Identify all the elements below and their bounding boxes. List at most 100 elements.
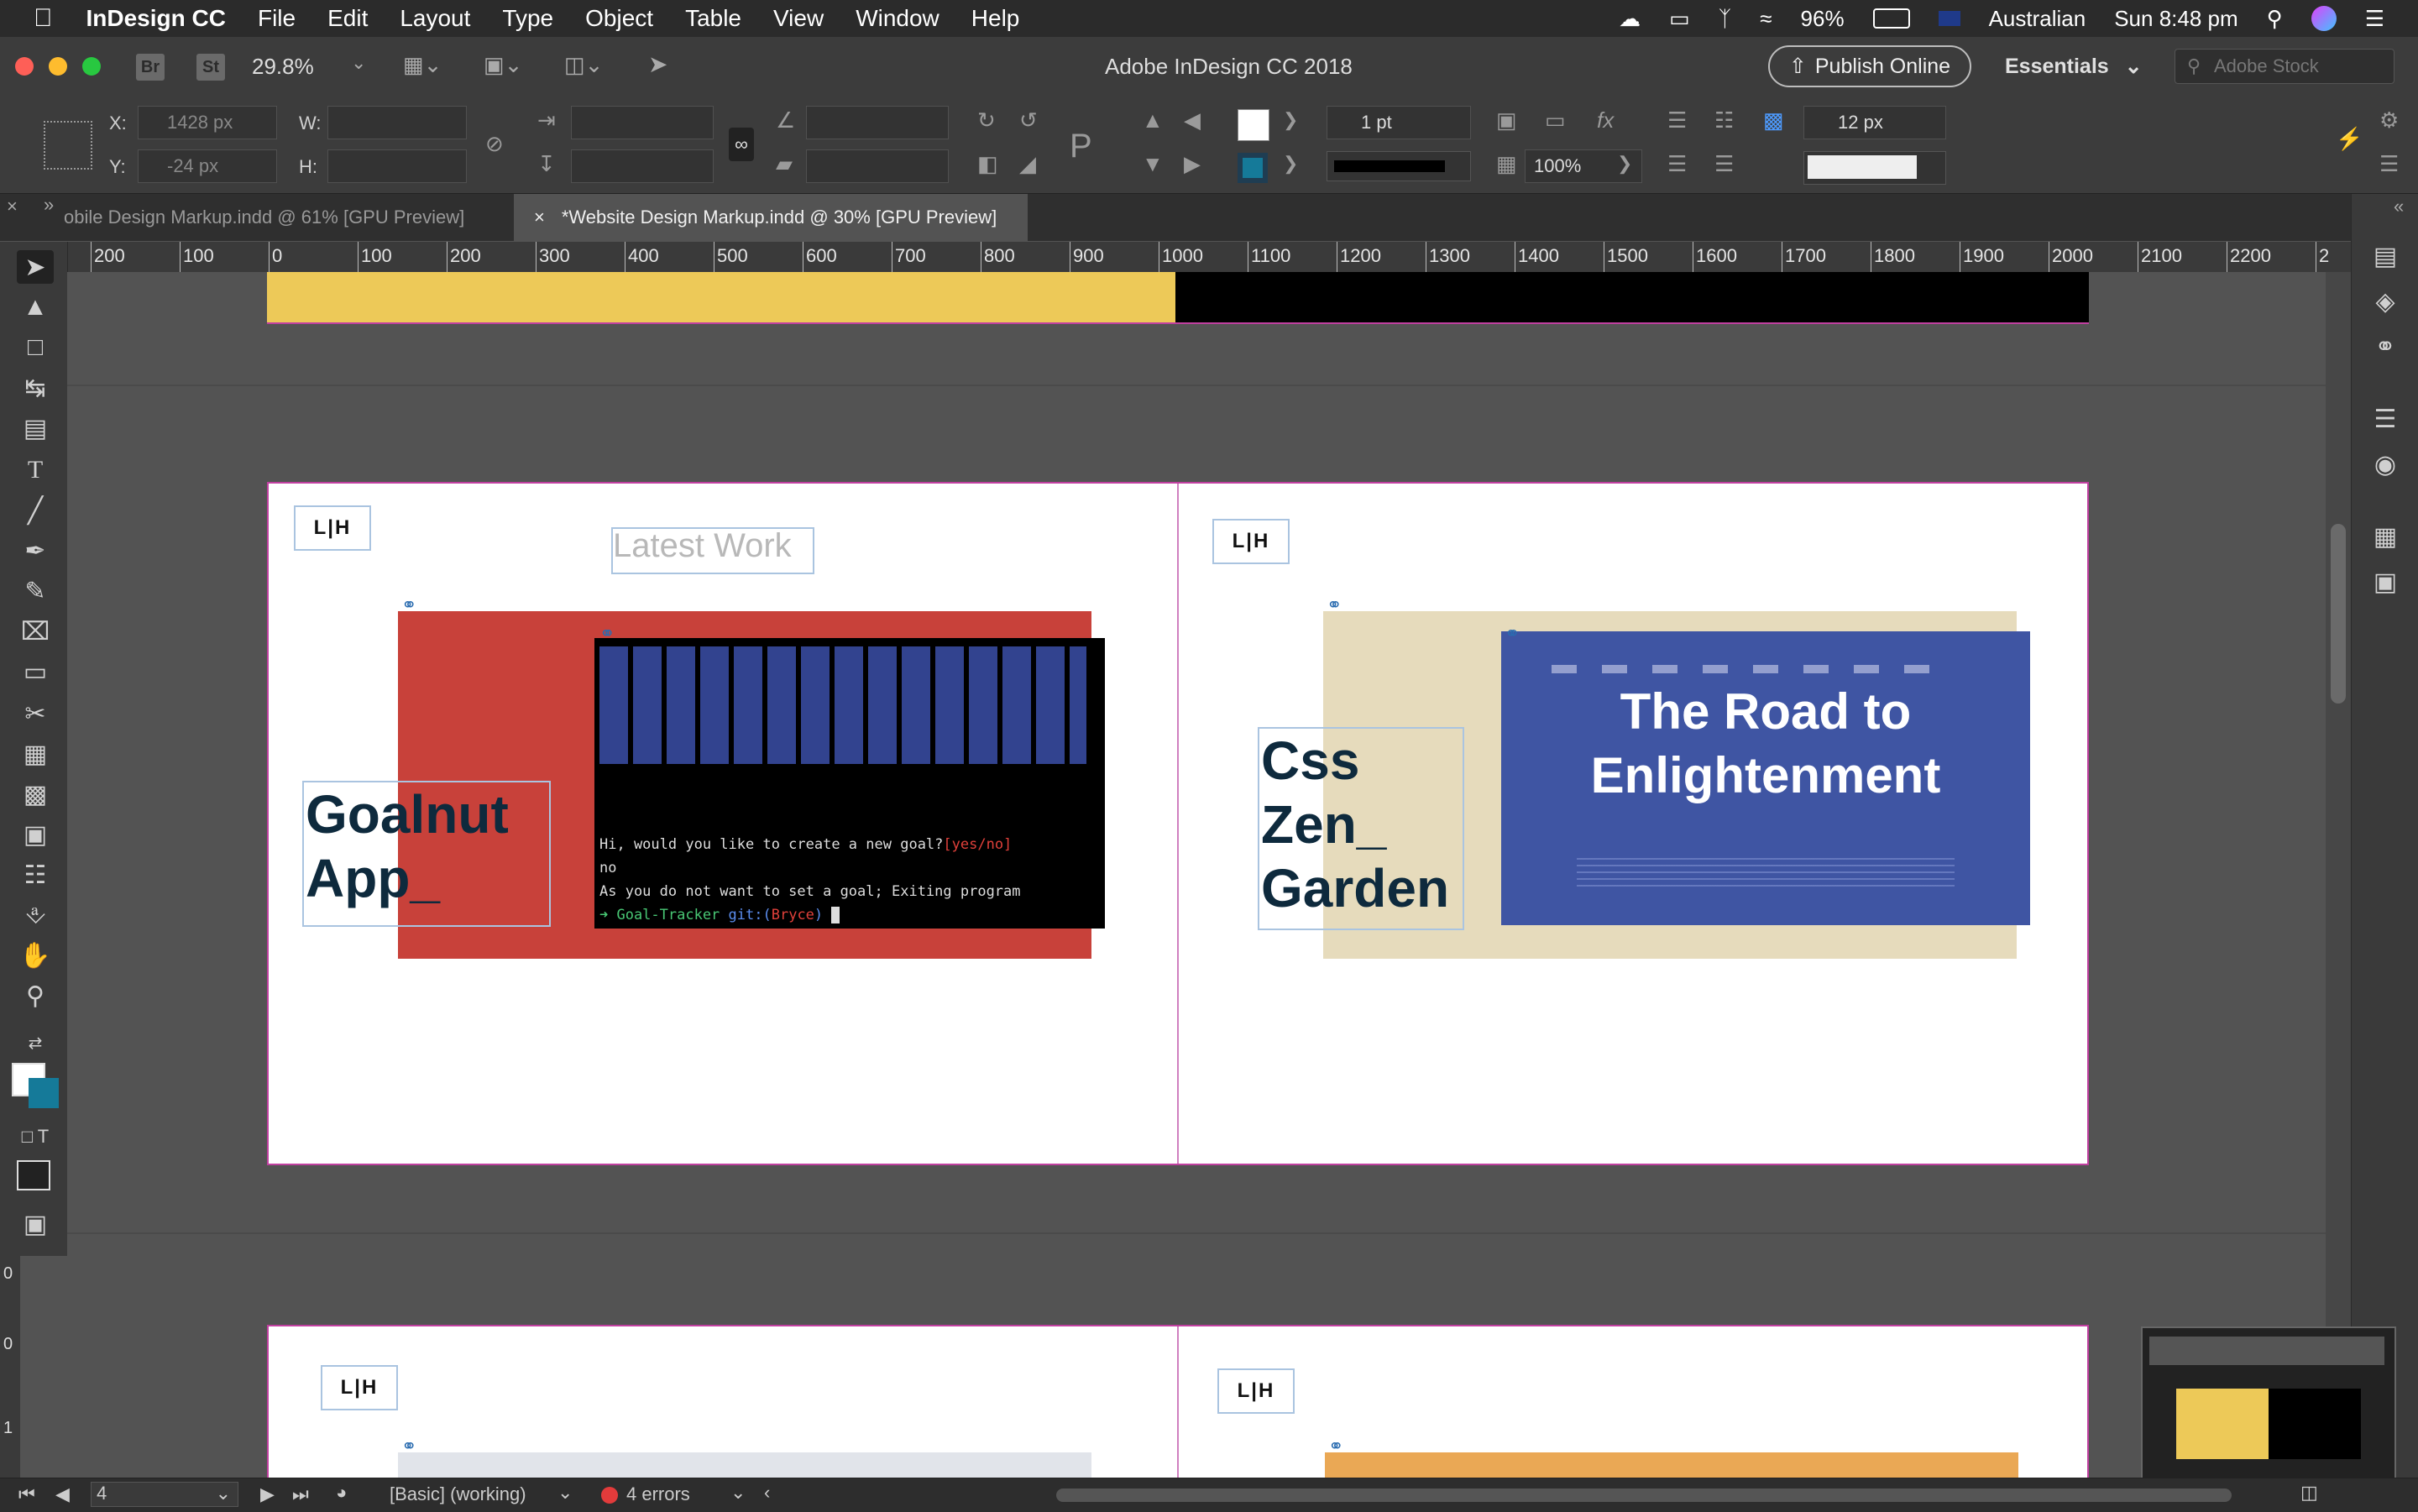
wifi-icon[interactable]: ≈ — [1760, 6, 1772, 32]
line-tool-icon[interactable]: ╱ — [17, 494, 54, 527]
clock[interactable]: Sun 8:48 pm — [2114, 6, 2237, 32]
close-panel-icon[interactable]: × — [7, 196, 18, 217]
siri-icon[interactable] — [2311, 6, 2337, 31]
constrain-scale-icon[interactable]: ∞ — [729, 128, 754, 161]
width-field[interactable] — [327, 106, 467, 139]
bridge-button[interactable]: Br — [136, 54, 165, 81]
gpu-performance-icon[interactable]: ➤ — [648, 50, 667, 78]
stock-button[interactable]: St — [196, 54, 225, 81]
collapse-panel-icon[interactable]: » — [44, 194, 54, 216]
last-page-icon[interactable]: ⏭ — [292, 1483, 309, 1505]
rotate-counterclockwise-icon[interactable]: ↺ — [1019, 107, 1038, 133]
stroke-color-box[interactable] — [29, 1078, 59, 1108]
menu-object[interactable]: Object — [585, 5, 653, 32]
stroke-swatch[interactable] — [1238, 153, 1268, 183]
zoom-level[interactable]: 29.8% — [252, 54, 314, 80]
gutter-field[interactable]: 12 px — [1803, 106, 1946, 139]
apple-icon[interactable]:  — [34, 4, 53, 33]
navigator-thumbnail[interactable] — [2141, 1326, 2396, 1494]
zen-screenshot[interactable]: The Road to Enlightenment — [1501, 631, 2030, 925]
opacity-menu-icon[interactable]: ❯ — [1617, 153, 1632, 175]
scale-y-field[interactable] — [571, 149, 714, 183]
expand-panels-icon[interactable]: « — [2394, 196, 2404, 217]
chevron-down-icon[interactable]: ⌄ — [730, 1482, 746, 1504]
arrange-documents-icon[interactable]: ◫⌄ — [564, 52, 603, 78]
gradient-feather-tool-icon[interactable]: ▣ — [17, 818, 54, 851]
properties-panel-icon[interactable]: ▣ — [2367, 565, 2404, 599]
fill-menu-icon[interactable]: ❯ — [1283, 109, 1298, 131]
horizontal-scrollbar[interactable] — [789, 1487, 2267, 1504]
free-transform-tool-icon[interactable]: ▦ — [17, 737, 54, 771]
zoom-dropdown-icon[interactable]: ⌄ — [351, 52, 366, 74]
reference-point-icon[interactable] — [44, 121, 92, 170]
path-type-icon[interactable]: P — [1070, 128, 1092, 165]
menu-type[interactable]: Type — [502, 5, 553, 32]
link-icon[interactable]: ⚭ — [401, 594, 416, 616]
spread-bottom[interactable]: L|H L|H ⚭ ⚭ — [267, 1325, 2089, 1478]
stroke-menu-icon[interactable]: ❯ — [1283, 153, 1298, 175]
gap-tool-icon[interactable]: ↹ — [17, 371, 54, 405]
align-right-icon[interactable]: ☰ — [1714, 151, 1734, 177]
fill-swatch[interactable] — [1238, 109, 1269, 141]
select-container-icon[interactable]: ▲ — [1142, 107, 1164, 133]
shear-field[interactable] — [806, 149, 949, 183]
x-position-field[interactable]: 1428 px — [138, 106, 277, 139]
orange-card[interactable] — [1325, 1452, 2018, 1478]
select-content-icon[interactable]: ▼ — [1142, 151, 1164, 177]
hand-tool-icon[interactable]: ✋ — [17, 939, 54, 972]
zoom-window-button[interactable] — [82, 57, 101, 76]
effects-fx-icon[interactable]: fx — [1597, 107, 1614, 133]
page-number-field[interactable]: 4 ⌄ — [91, 1482, 238, 1507]
stroke-weight-field[interactable]: 1 pt — [1327, 106, 1471, 139]
layers-panel-icon[interactable]: ◈ — [2367, 285, 2404, 318]
select-next-icon[interactable]: ▶ — [1184, 151, 1201, 177]
vertical-scrollbar[interactable] — [2326, 272, 2351, 1478]
align-left-icon[interactable]: ☰ — [1667, 107, 1687, 133]
input-source[interactable]: Australian — [1989, 6, 2086, 32]
publish-online-button[interactable]: ⇧ Publish Online — [1768, 45, 1971, 87]
pasteboard[interactable]: L|H L|H Latest Work ⚭ Hi, would you like… — [67, 272, 2326, 1478]
y-position-field[interactable]: -24 px — [138, 149, 277, 183]
pen-tool-icon[interactable]: ✒ — [17, 534, 54, 568]
split-view-icon[interactable]: ◫ — [2300, 1482, 2318, 1504]
logo-right[interactable]: L|H — [1212, 519, 1290, 564]
close-window-button[interactable] — [15, 57, 34, 76]
lightning-icon[interactable]: ⚡ — [2336, 126, 2363, 152]
preflight-icon[interactable]: ◕ — [336, 1482, 347, 1504]
workspace-switcher[interactable]: Essentials ⌄ — [2005, 54, 2143, 79]
pages-panel-icon[interactable]: ▤ — [2367, 239, 2404, 273]
zoom-tool-icon[interactable]: ⚲ — [17, 979, 54, 1012]
link-icon[interactable]: ⚭ — [1505, 623, 1520, 645]
tab-website-design[interactable]: × *Website Design Markup.indd @ 30% [GPU… — [514, 194, 1028, 241]
corner-shape-select[interactable] — [1803, 151, 1946, 185]
note-tool-icon[interactable]: ☷ — [17, 858, 54, 892]
chevron-down-icon[interactable]: ⌄ — [557, 1482, 573, 1504]
rotation-field[interactable] — [806, 106, 949, 139]
spread-latest-work[interactable]: L|H L|H Latest Work ⚭ Hi, would you like… — [267, 482, 2089, 1165]
direct-selection-tool-icon[interactable]: ▲ — [17, 290, 54, 324]
battery-percent[interactable]: 96% — [1801, 6, 1845, 32]
horizontal-scrollbar-thumb[interactable] — [1056, 1488, 2232, 1502]
zen-title[interactable]: Css Zen_ Garden — [1258, 727, 1464, 930]
flip-horizontal-icon[interactable]: ◧ — [977, 151, 998, 177]
scale-x-field[interactable] — [571, 106, 714, 139]
swap-fill-stroke-icon[interactable]: ⇄ — [17, 1026, 54, 1059]
swatches-panel-icon[interactable]: ◉ — [2367, 447, 2404, 481]
stroke-type-select[interactable] — [1327, 151, 1471, 181]
grey-card[interactable] — [398, 1452, 1091, 1478]
pencil-tool-icon[interactable]: ✎ — [17, 574, 54, 608]
rotate-clockwise-icon[interactable]: ↻ — [977, 107, 996, 133]
app-menu[interactable]: InDesign CC — [86, 5, 226, 32]
scrollbar-thumb[interactable] — [2331, 524, 2346, 704]
page-tool-icon[interactable]: □ — [17, 331, 54, 364]
first-page-icon[interactable]: ⏮ — [18, 1483, 35, 1505]
menu-help[interactable]: Help — [971, 5, 1020, 32]
screen-mode-tool-icon[interactable]: ▣ — [17, 1207, 54, 1241]
scissors-tool-icon[interactable]: ✂ — [17, 697, 54, 730]
view-options-icon[interactable]: ▦⌄ — [403, 52, 442, 78]
content-collector-icon[interactable]: ▤ — [17, 411, 54, 445]
adobe-stock-search[interactable]: ⚲ Adobe Stock — [2175, 49, 2394, 84]
screen-mode-icon[interactable]: ▣⌄ — [484, 52, 522, 78]
type-tool-icon[interactable]: T — [17, 453, 54, 487]
auto-fit-icon[interactable]: ▩ — [1763, 107, 1784, 133]
